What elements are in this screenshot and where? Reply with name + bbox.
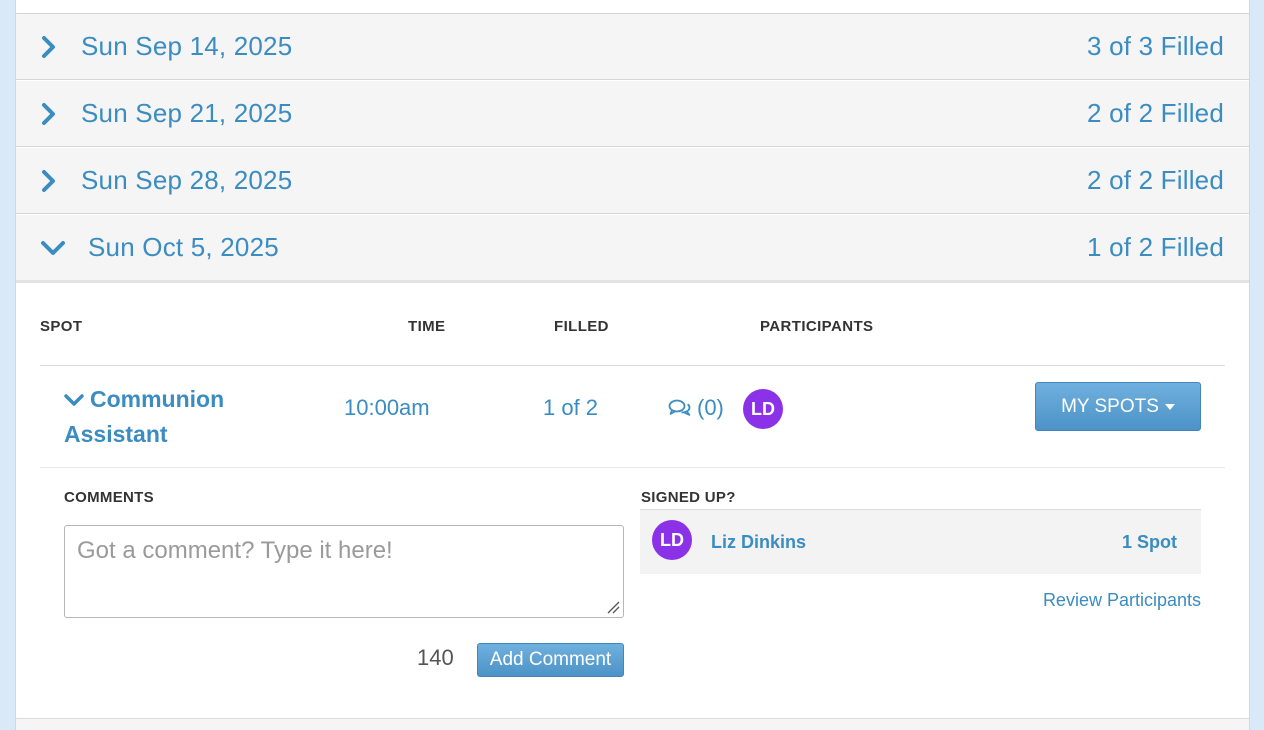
date-row-sep-28[interactable]: Sun Sep 28, 2025 2 of 2 Filled xyxy=(16,148,1249,214)
participant-name[interactable]: Liz Dinkins xyxy=(711,532,806,553)
signup-avatar: LD xyxy=(652,520,692,560)
header-spot: SPOT xyxy=(40,318,83,335)
review-participants-link[interactable]: Review Participants xyxy=(1043,590,1201,611)
chevron-down-icon xyxy=(64,394,84,406)
date-row-sep-21[interactable]: Sun Sep 21, 2025 2 of 2 Filled xyxy=(16,81,1249,147)
row-divider xyxy=(40,467,1225,468)
next-row-edge xyxy=(16,719,1249,730)
date-label: Sun Sep 21, 2025 xyxy=(81,98,293,128)
filled-status: 2 of 2 Filled xyxy=(1086,98,1224,128)
comments-link[interactable]: (0) xyxy=(668,395,724,421)
chevron-right-icon xyxy=(42,169,55,192)
comment-input[interactable] xyxy=(64,525,624,618)
my-spots-label: MY SPOTS xyxy=(1061,395,1159,417)
spot-name-label: Communion Assistant xyxy=(64,386,225,447)
participant-avatar[interactable]: LD xyxy=(743,389,783,429)
signed-up-row: LD Liz Dinkins 1 Spot xyxy=(640,509,1201,574)
header-divider xyxy=(40,365,1225,366)
comment-count: (0) xyxy=(697,395,724,420)
top-divider xyxy=(16,0,1249,14)
slot-time: 10:00am xyxy=(344,395,430,420)
spot-count: 1 Spot xyxy=(1121,532,1177,552)
filled-status: 3 of 3 Filled xyxy=(1086,31,1224,61)
header-time: TIME xyxy=(408,318,446,335)
date-row-sep-14[interactable]: Sun Sep 14, 2025 3 of 3 Filled xyxy=(16,14,1249,80)
char-counter: 140 xyxy=(417,645,454,670)
signup-panel: Sun Sep 14, 2025 3 of 3 Filled Sun Sep 2… xyxy=(15,0,1250,730)
date-label: Sun Sep 28, 2025 xyxy=(81,165,293,195)
chevron-right-icon xyxy=(42,102,55,125)
header-participants: PARTICIPANTS xyxy=(760,318,874,335)
header-filled: FILLED xyxy=(554,318,609,335)
date-label: Sun Oct 5, 2025 xyxy=(88,232,279,262)
add-comment-button[interactable]: Add Comment xyxy=(477,643,624,677)
resize-grip-icon[interactable] xyxy=(606,600,620,614)
caret-down-icon xyxy=(1164,403,1175,410)
signed-up-header: SIGNED UP? xyxy=(641,489,736,506)
filled-status: 2 of 2 Filled xyxy=(1086,165,1224,195)
my-spots-button[interactable]: MY SPOTS xyxy=(1035,382,1201,431)
chevron-down-icon xyxy=(41,240,65,255)
date-row-oct-5[interactable]: Sun Oct 5, 2025 1 of 2 Filled xyxy=(16,215,1249,283)
chevron-right-icon xyxy=(42,35,55,58)
date-label: Sun Sep 14, 2025 xyxy=(81,31,293,61)
slot-filled: 1 of 2 xyxy=(543,395,599,420)
filled-status: 1 of 2 Filled xyxy=(1086,232,1224,262)
spot-name-toggle[interactable]: Communion Assistant xyxy=(64,382,284,452)
comments-header: COMMENTS xyxy=(64,489,154,506)
comments-icon xyxy=(668,399,691,416)
